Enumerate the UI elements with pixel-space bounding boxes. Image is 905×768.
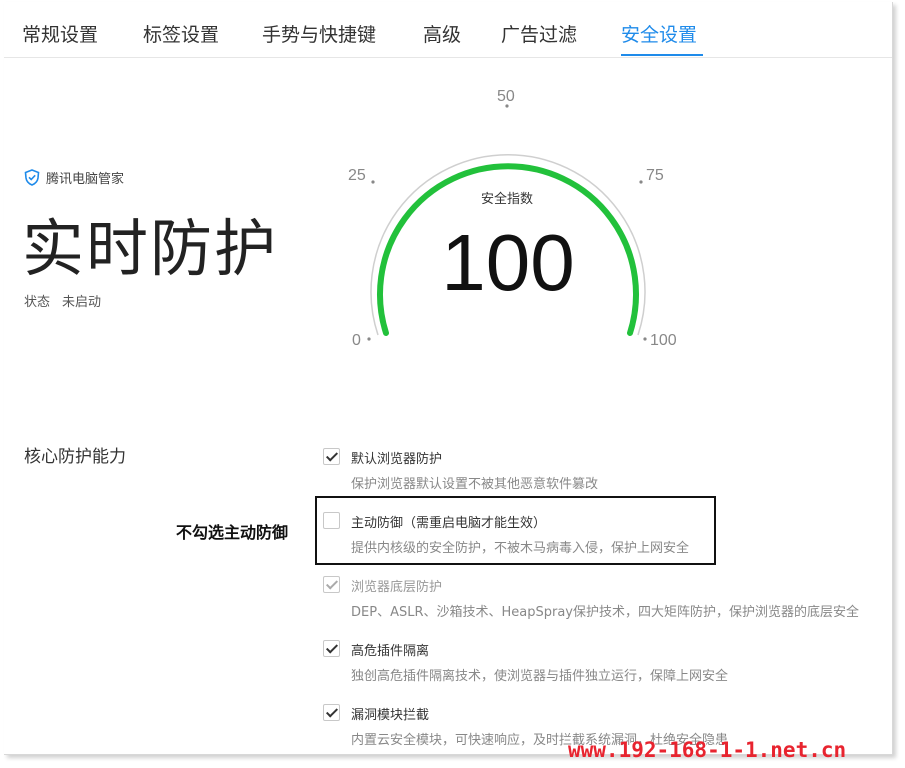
active-tab-indicator [621, 54, 703, 56]
settings-window: 常规设置 标签设置 手势与快捷键 高级 广告过滤 安全设置 腾讯电脑管家 实时防… [4, 2, 893, 755]
option-label: 漏洞模块拦截 [351, 708, 430, 723]
option-label: 高危插件隔离 [351, 644, 430, 659]
security-gauge: 0 25 50 75 100 安全指数 100 [348, 88, 677, 349]
protection-title: 实时防护 [22, 212, 279, 285]
tab-ad-filter[interactable]: 广告过滤 [501, 20, 577, 47]
brand: 腾讯电脑管家 [24, 168, 124, 187]
annotation-text: 不勾选主动防御 [176, 523, 289, 542]
checkbox[interactable] [323, 448, 340, 465]
annotation-highlight-box [315, 496, 716, 565]
checkbox[interactable] [323, 640, 340, 657]
gauge-tick-dot [639, 180, 643, 184]
checkbox[interactable] [323, 704, 340, 721]
gauge-tick-label: 75 [646, 167, 664, 184]
tab-security[interactable]: 安全设置 [621, 20, 697, 47]
option-desc: 保护浏览器默认设置不被其他恶意软件篡改 [351, 477, 599, 492]
option-desc: 独创高危插件隔离技术，使浏览器与插件独立运行，保障上网安全 [351, 669, 729, 684]
status-label: 状态 [24, 295, 51, 310]
gauge-tick-dot [643, 337, 647, 341]
tab-tabs[interactable]: 标签设置 [143, 20, 219, 47]
option-desc: DEP、ASLR、沙箱技术、HeapSpray保护技术，四大矩阵防护，保护浏览器… [351, 605, 859, 620]
status-value: 未启动 [62, 295, 102, 310]
gauge-tick-dot [367, 337, 371, 341]
gauge-label: 安全指数 [481, 191, 533, 207]
protection-status: 状态 未启动 [24, 291, 113, 310]
gauge-value: 100 [441, 218, 574, 307]
tab-advanced[interactable]: 高级 [423, 20, 461, 47]
shield-check-icon [24, 169, 40, 186]
option-label: 默认浏览器防护 [351, 452, 443, 467]
watermark: www.192-168-1-1.net.cn [568, 738, 847, 762]
gauge-tick-label: 100 [650, 332, 677, 349]
checkbox [323, 576, 340, 593]
gauge-tick-label: 0 [352, 332, 361, 349]
gauge-tick-label: 50 [497, 88, 515, 105]
gauge-tick-label: 25 [348, 167, 366, 184]
option-label: 浏览器底层防护 [351, 580, 443, 595]
tab-gestures-shortcuts[interactable]: 手势与快捷键 [262, 20, 376, 47]
brand-name: 腾讯电脑管家 [46, 172, 125, 187]
core-protection-title: 核心防护能力 [24, 447, 126, 467]
tab-general[interactable]: 常规设置 [22, 20, 98, 47]
tab-bar: 常规设置 标签设置 手势与快捷键 高级 广告过滤 安全设置 [4, 2, 892, 58]
gauge-tick-dot [371, 180, 375, 184]
